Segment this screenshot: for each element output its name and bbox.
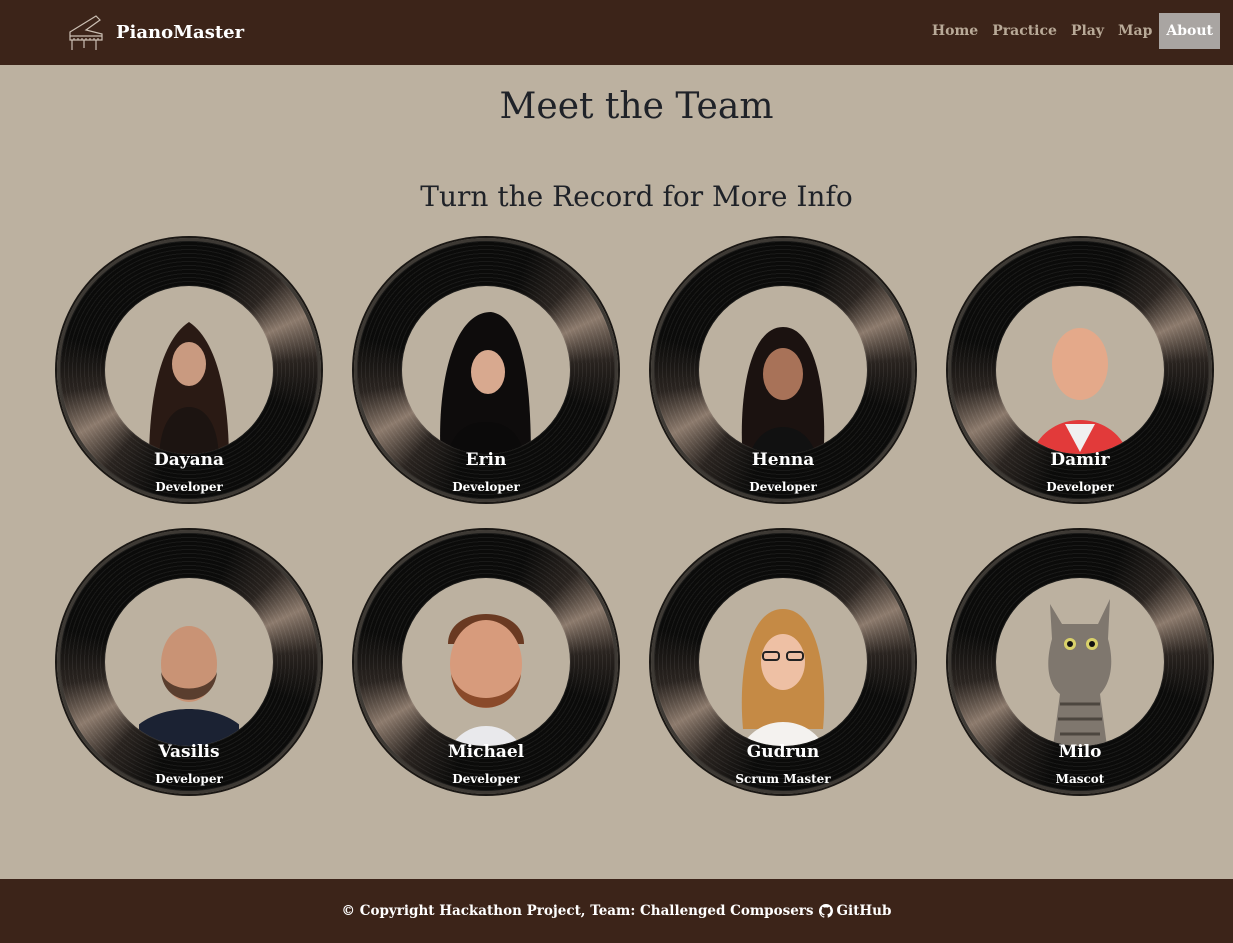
member-photo — [733, 302, 833, 454]
member-name: Gudrun — [746, 742, 820, 762]
team-card-damir[interactable]: Damir Developer — [948, 238, 1212, 502]
member-name: Erin — [465, 450, 507, 470]
nav-map[interactable]: Map — [1111, 13, 1159, 49]
member-photo-frame — [402, 578, 570, 746]
footer: © Copyright Hackathon Project, Team: Cha… — [0, 879, 1233, 943]
nav-home[interactable]: Home — [925, 13, 985, 49]
team-card-michael[interactable]: Michael Developer — [354, 530, 618, 794]
team-card-dayana[interactable]: Dayana Developer — [57, 238, 321, 502]
member-photo — [1030, 302, 1130, 454]
member-photo-frame — [105, 578, 273, 746]
page-subtitle: Turn the Record for More Info — [420, 180, 853, 213]
member-role: Scrum Master — [735, 772, 831, 786]
github-label: GitHub — [836, 903, 892, 919]
member-photo-frame — [699, 286, 867, 454]
member-photo-frame — [996, 286, 1164, 454]
github-icon — [818, 904, 833, 918]
member-photo-frame — [996, 578, 1164, 746]
main-nav: Home Practice Play Map About — [925, 13, 1220, 49]
member-photo — [139, 302, 239, 454]
brand-name: PianoMaster — [116, 21, 245, 43]
member-role: Mascot — [1055, 772, 1105, 786]
member-role: Developer — [452, 772, 520, 786]
grand-piano-icon — [69, 15, 103, 50]
member-name: Michael — [447, 742, 525, 762]
navbar: PianoMaster Home Practice Play Map About — [0, 0, 1233, 65]
team-card-henna[interactable]: Henna Developer — [651, 238, 915, 502]
member-photo — [733, 594, 833, 746]
member-photo-frame — [402, 286, 570, 454]
member-role: Developer — [749, 480, 817, 494]
member-name: Dayana — [153, 450, 225, 470]
member-photo — [122, 594, 256, 746]
member-photo — [1030, 594, 1130, 746]
member-role: Developer — [155, 480, 223, 494]
member-name: Vasilis — [158, 742, 220, 762]
page-title: Meet the Team — [499, 86, 774, 127]
team-card-milo[interactable]: Milo Mascot — [948, 530, 1212, 794]
member-photo-frame — [105, 286, 273, 454]
member-role: Developer — [155, 772, 223, 786]
nav-about[interactable]: About — [1159, 13, 1220, 49]
footer-copyright: © Copyright Hackathon Project, Team: Cha… — [341, 903, 814, 919]
nav-practice[interactable]: Practice — [985, 13, 1064, 49]
member-name: Damir — [1050, 450, 1110, 470]
github-link[interactable]: GitHub — [818, 903, 892, 919]
nav-play[interactable]: Play — [1064, 13, 1111, 49]
team-card-erin[interactable]: Erin Developer — [354, 238, 618, 502]
brand-link[interactable]: PianoMaster — [66, 10, 244, 54]
member-name: Milo — [1058, 742, 1102, 762]
member-name: Henna — [751, 450, 815, 470]
member-photo — [436, 302, 536, 454]
member-role: Developer — [452, 480, 520, 494]
team-card-vasilis[interactable]: Vasilis Developer — [57, 530, 321, 794]
member-photo — [436, 594, 536, 746]
member-role: Developer — [1046, 480, 1114, 494]
member-photo-frame — [699, 578, 867, 746]
team-card-gudrun[interactable]: Gudrun Scrum Master — [651, 530, 915, 794]
